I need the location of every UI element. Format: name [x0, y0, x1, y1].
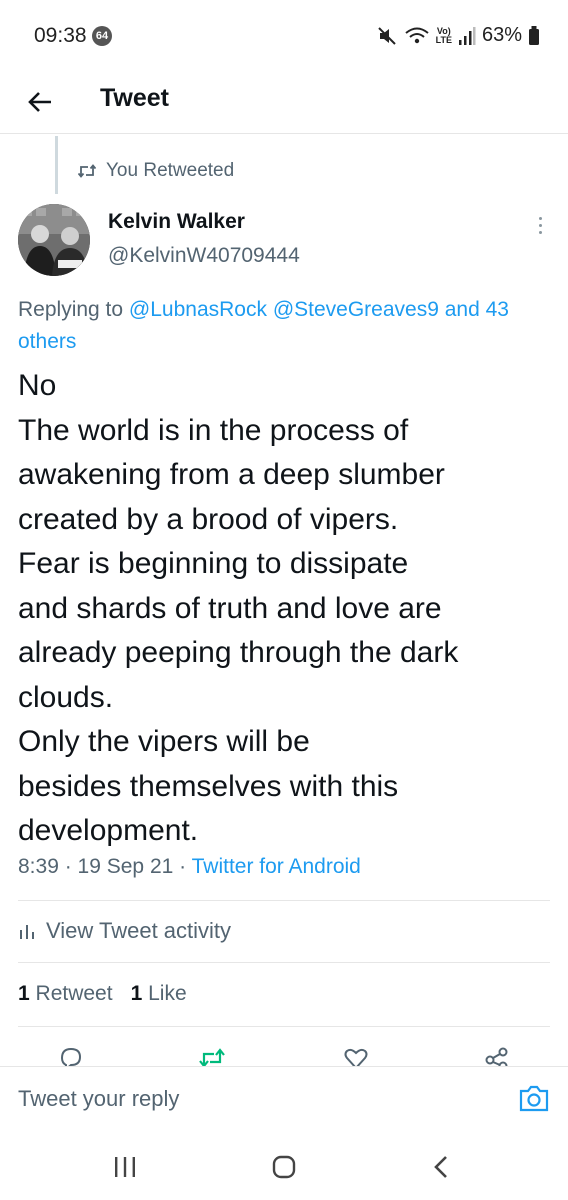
back-button[interactable] [20, 82, 60, 122]
battery-icon [529, 25, 539, 45]
status-time: 09:38 [34, 24, 87, 47]
status-icons: Vo) LTE 63% [376, 24, 540, 47]
tweet-source-link[interactable]: Twitter for Android [192, 855, 361, 878]
reply-bar: Tweet your reply [0, 1066, 568, 1130]
tweet-stats: 1 Retweet 1 Like [18, 982, 187, 1006]
mention-link[interactable]: @SteveGreaves9 [273, 298, 439, 321]
more-dot-icon [538, 230, 542, 234]
avatar-image [18, 204, 90, 276]
meta-separator: · [179, 855, 192, 878]
like-icon[interactable] [342, 1044, 370, 1066]
divider [18, 900, 550, 901]
retweet-stat-label: Retweet [35, 982, 113, 1005]
home-icon[interactable] [269, 1154, 299, 1180]
tweet-line: The world is in the process of [18, 413, 409, 447]
back-nav-icon[interactable] [427, 1154, 457, 1180]
status-bar: 09:38 64 Vo) LTE 63% [0, 0, 568, 70]
retweet-action-icon[interactable] [198, 1044, 226, 1066]
mention-link[interactable]: @LubnasRock [129, 298, 267, 321]
like-stat-label: Like [148, 982, 187, 1005]
reply-input[interactable]: Tweet your reply [18, 1086, 179, 1112]
tweet-line: No [18, 369, 57, 402]
header: Tweet [0, 70, 568, 134]
tweet-date: 19 Sep 21 [77, 855, 174, 878]
tweet-line: Fear is beginning to dissipate [18, 547, 409, 580]
likes-stat[interactable]: 1 Like [131, 982, 187, 1006]
arrow-left-icon [28, 92, 51, 112]
retweet-icon [78, 164, 96, 178]
reply-icon[interactable] [57, 1044, 85, 1066]
tweet-line: besides themselves with this [18, 769, 399, 803]
battery-percent: 63% [481, 24, 522, 46]
tweet-time: 8:39 [18, 855, 59, 878]
volte-indicator: Vo) LTE [435, 26, 452, 45]
view-tweet-activity-label: View Tweet activity [46, 918, 232, 943]
retweet-context[interactable]: You Retweeted [78, 160, 234, 182]
author-handle[interactable]: @KelvinW40709444 [108, 244, 300, 268]
replying-to: Replying to @LubnasRock @SteveGreaves9 a… [18, 294, 558, 358]
retweet-count: 1 [18, 982, 30, 1005]
tweet-line: and shards of truth and love are [18, 591, 442, 625]
analytics-icon [20, 925, 34, 939]
tweet-line: already peeping through the dark [18, 636, 459, 669]
divider [18, 962, 550, 963]
tweet-line: development. [18, 814, 199, 847]
wifi-icon [404, 27, 429, 43]
tweet-line: created by a brood of vipers. [18, 502, 399, 536]
page-title: Tweet [100, 84, 169, 112]
tweet-text: No The world is in the process of awaken… [18, 364, 558, 854]
system-nav-bar [0, 1130, 568, 1200]
recent-apps-icon[interactable] [110, 1154, 140, 1180]
replying-to-and[interactable]: and [445, 298, 480, 321]
avatar[interactable] [18, 204, 90, 276]
retweets-stat[interactable]: 1 Retweet [18, 982, 113, 1006]
tweet-line: awakening from a deep slumber [18, 458, 445, 491]
meta-separator: · [64, 855, 78, 878]
retweet-context-label: You Retweeted [106, 160, 235, 181]
view-tweet-activity-button[interactable]: View Tweet activity [18, 918, 231, 944]
tweet-actions [0, 1040, 568, 1066]
mute-icon [377, 26, 396, 45]
author-name[interactable]: Kelvin Walker [108, 210, 245, 234]
more-dot-icon [538, 216, 542, 220]
like-count: 1 [130, 982, 143, 1005]
share-icon[interactable] [483, 1044, 511, 1066]
camera-icon[interactable] [518, 1083, 550, 1113]
replying-to-prefix: Replying to [18, 298, 124, 321]
volte-bottom-text: LTE [435, 34, 452, 45]
tweet-meta: 8:39 · 19 Sep 21 · Twitter for Android [18, 855, 361, 879]
notification-count-badge: 64 [92, 26, 112, 46]
tweet-line: Only the vipers will be [18, 725, 310, 758]
tweet-line: clouds. [18, 680, 114, 714]
more-options-button[interactable] [532, 210, 548, 240]
more-dot-icon [538, 223, 542, 227]
divider [18, 1026, 550, 1027]
thread-line [55, 136, 58, 194]
signal-icon [458, 26, 476, 45]
